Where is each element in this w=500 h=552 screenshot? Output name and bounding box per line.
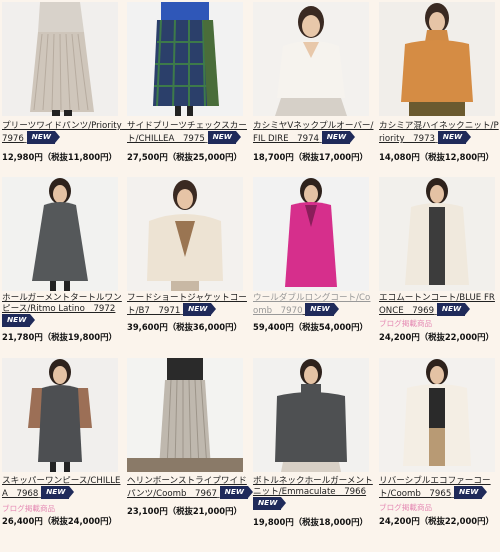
product-price: 19,800円（税抜18,000円） (253, 517, 368, 527)
product-image[interactable] (127, 358, 243, 472)
product-link[interactable]: カシミヤVネックプルオーバー/FIL DIRE 7974 NEW (253, 121, 375, 145)
product-link[interactable]: ボトルネックホールガーメントニット/Emmaculate 7966 NEW (253, 476, 375, 511)
product-image[interactable] (253, 2, 369, 116)
product-image[interactable] (379, 2, 495, 116)
product-link[interactable]: サイドプリーツチェックスカート/CHILLEA 7975 NEW (127, 121, 249, 145)
product-price: 26,400円（税抜24,000円） (2, 516, 117, 526)
product-price: 18,700円（税抜17,000円） (253, 152, 368, 162)
product-image[interactable] (2, 177, 118, 291)
new-badge: NEW (26, 131, 61, 144)
product-link[interactable]: エコムートンコート/BLUE FRONCE 7969 NEW (379, 293, 500, 317)
new-badge: NEW (41, 486, 75, 499)
product-link[interactable]: フードショートジャケットコート/B7 7971 NEW (127, 293, 249, 317)
product-image[interactable] (253, 358, 369, 472)
new-badge: NEW (454, 486, 488, 499)
blog-featured-label: ブログ掲載商品 (379, 319, 433, 328)
product-price: 12,980円（税抜11,800円） (2, 152, 117, 162)
product-image[interactable] (2, 2, 118, 116)
product-link[interactable]: プリーツワイドパンツ/Priority 7976 NEW (2, 121, 130, 145)
product-price: 23,100円（税抜21,000円） (127, 506, 242, 516)
product-price: 21,780円（税抜19,800円） (2, 332, 117, 342)
product-image[interactable] (253, 177, 369, 291)
product-price: 24,200円（税抜22,000円） (379, 332, 494, 342)
product-link[interactable]: スキッパーワンピース/CHILLEA 7968 NEW (2, 476, 124, 500)
product-image[interactable] (2, 358, 118, 472)
product-price: 59,400円（税抜54,000円） (253, 322, 368, 332)
product-link[interactable]: リバーシブルエコファーコート/Coomb 7965 NEW (379, 476, 500, 500)
product-grid: プリーツワイドパンツ/Priority 7976 NEW 12,980円（税抜1… (0, 0, 500, 552)
product-image[interactable] (379, 177, 495, 291)
new-badge: NEW (253, 497, 287, 510)
product-image[interactable] (127, 2, 243, 116)
new-badge: NEW (305, 303, 340, 316)
product-price: 14,080円（税抜12,800円） (379, 152, 494, 162)
new-badge: NEW (436, 303, 471, 316)
blog-featured-label: ブログ掲載商品 (2, 504, 56, 513)
product-link[interactable]: ヘリンボーンストライプワイドパンツ/Coomb 7967 NEW (127, 476, 254, 500)
product-image[interactable] (127, 177, 243, 291)
product-link[interactable]: ウールダブルロングコート/Coomb 7970 NEW (253, 293, 375, 317)
new-badge: NEW (207, 131, 242, 144)
new-badge: NEW (437, 131, 472, 144)
product-price: 24,200円（税抜22,000円） (379, 516, 494, 526)
product-price: 39,600円（税抜36,000円） (127, 322, 242, 332)
product-price: 27,500円（税抜25,000円） (127, 152, 242, 162)
blog-featured-label: ブログ掲載商品 (379, 503, 433, 512)
new-badge: NEW (321, 131, 356, 144)
new-badge: NEW (219, 486, 254, 499)
product-link[interactable]: ホールガーメントタートルワンピース/Ritmo Latino 7972 NEW (2, 293, 124, 328)
product-link[interactable]: カシミア混ハイネックニット/Priority 7973 NEW (379, 121, 500, 145)
new-badge: NEW (2, 314, 36, 327)
product-image[interactable] (379, 358, 495, 472)
new-badge: NEW (183, 303, 217, 316)
